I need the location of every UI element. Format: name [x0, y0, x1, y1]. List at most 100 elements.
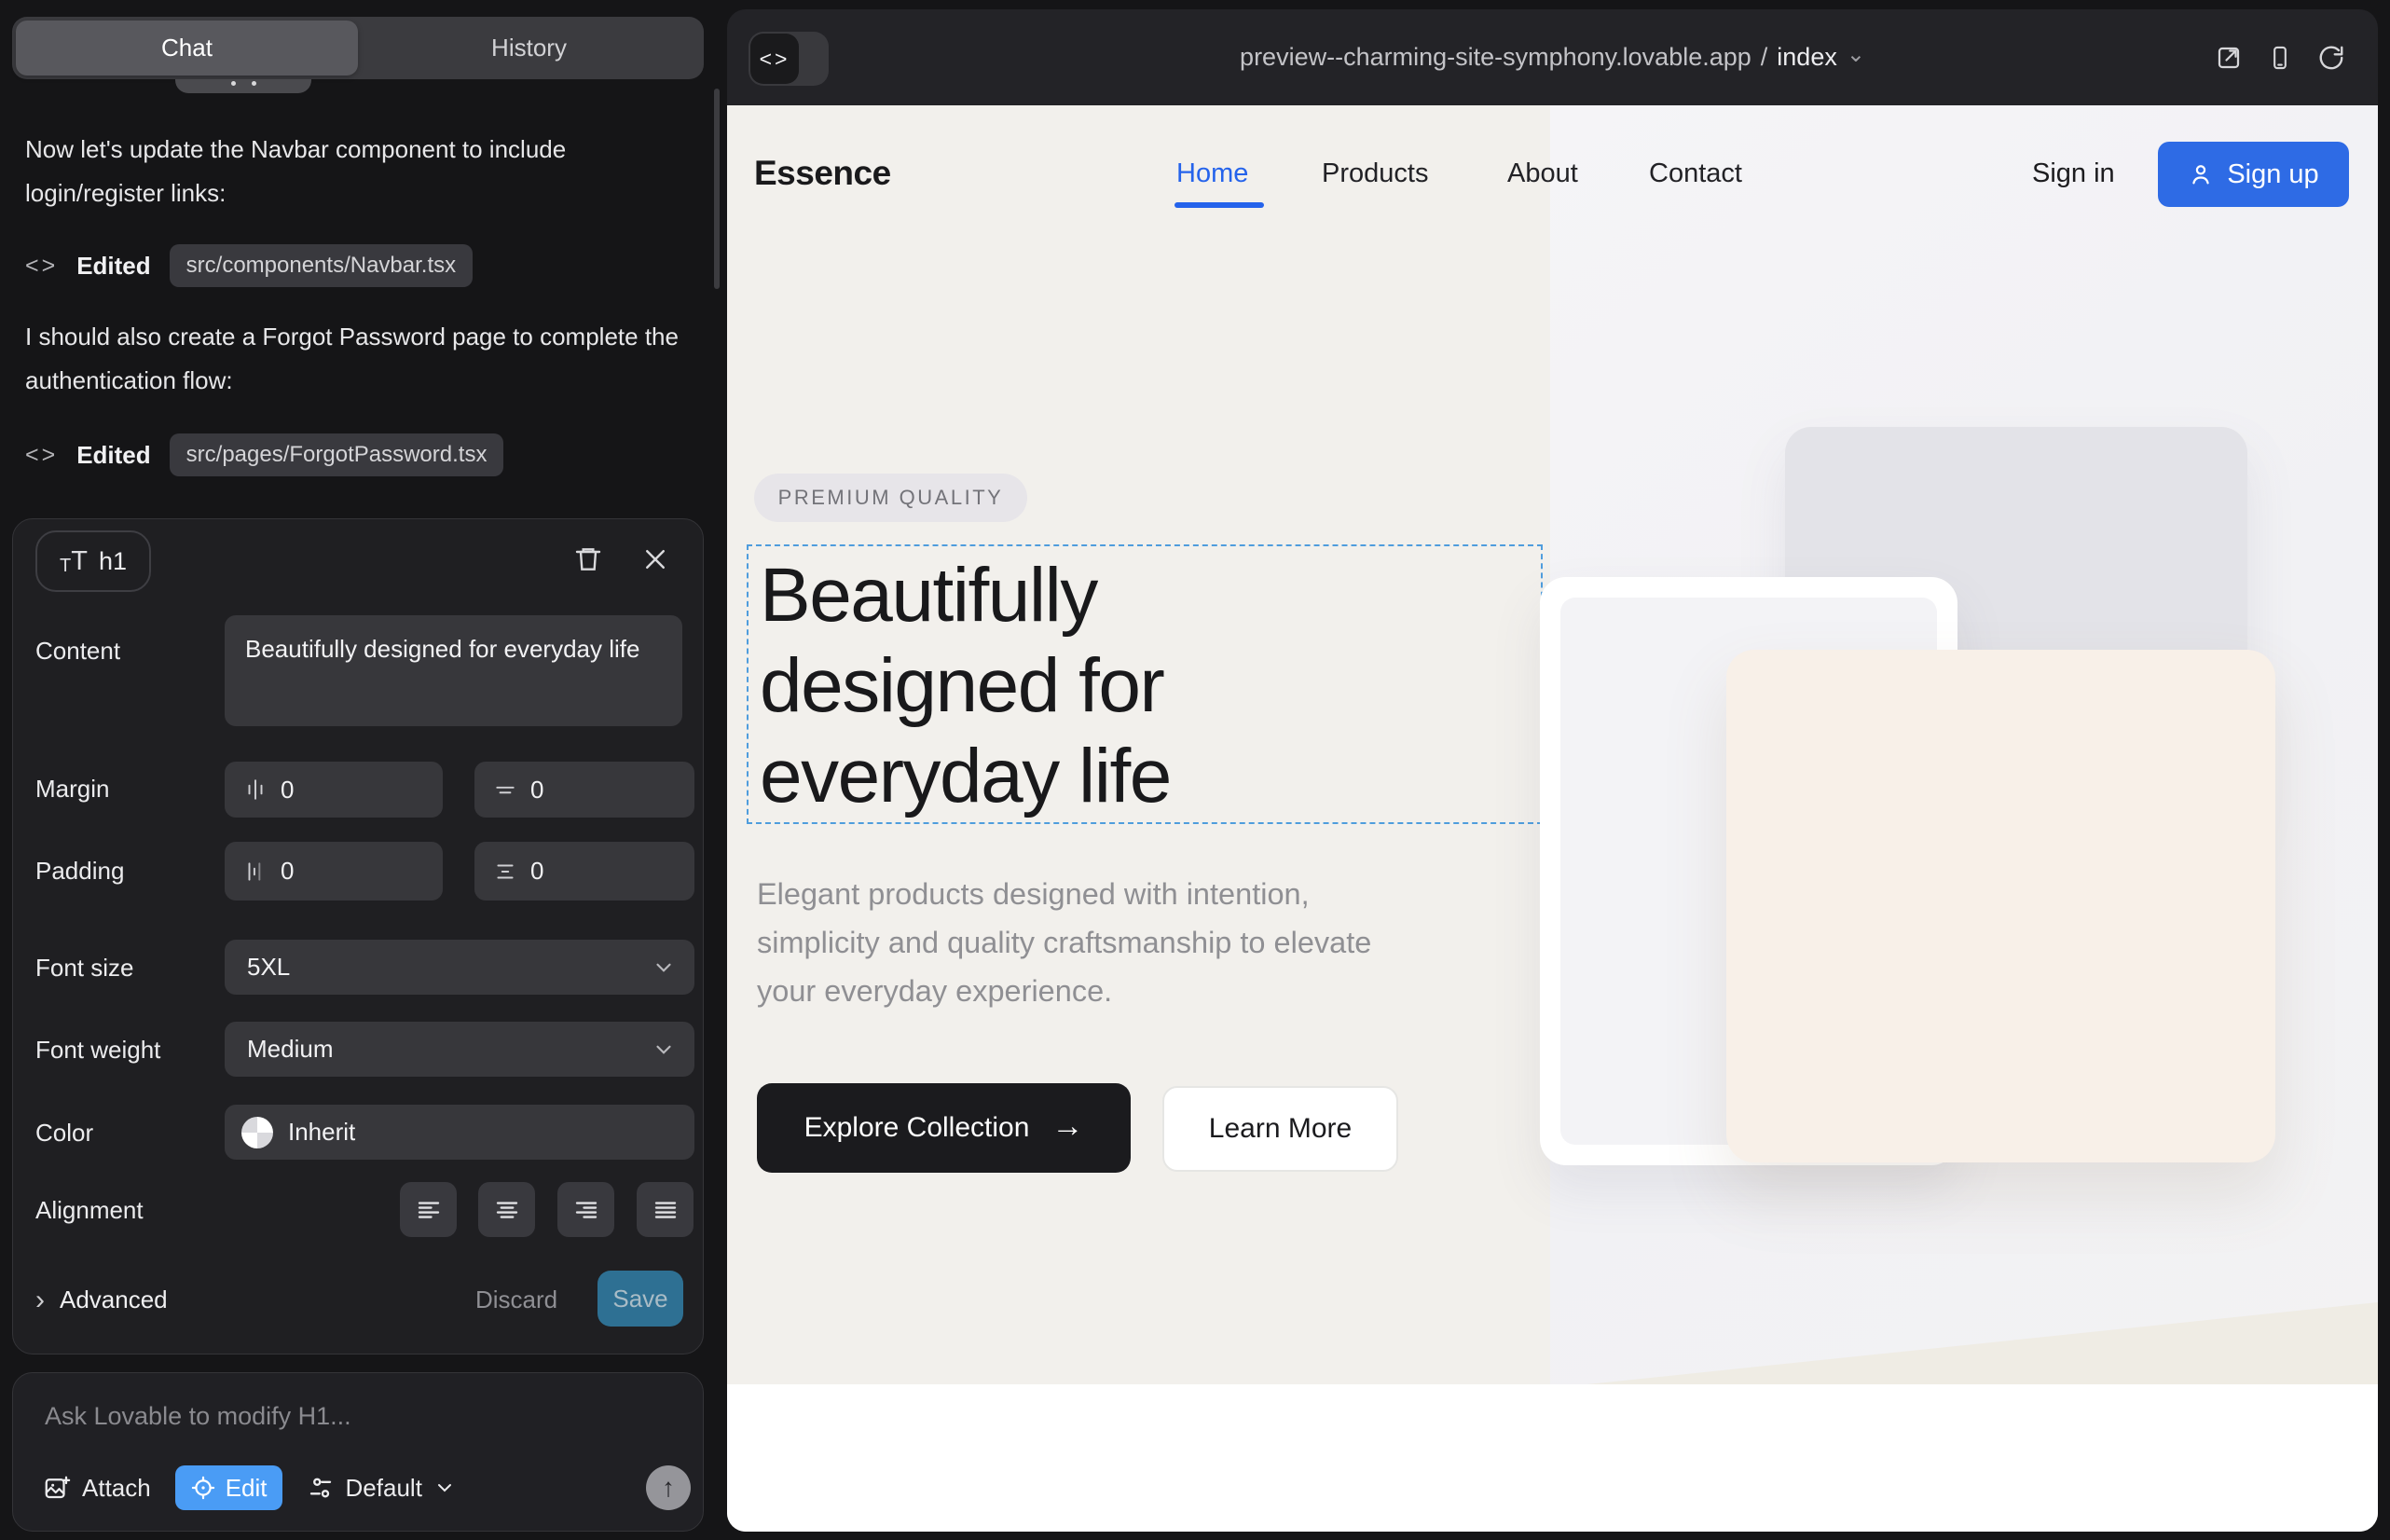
align-center-icon [493, 1196, 521, 1224]
tab-history[interactable]: History [358, 21, 700, 76]
image-plus-icon [43, 1474, 71, 1502]
arrow-right-icon: → [1051, 1108, 1083, 1145]
color-value: Inherit [288, 1118, 355, 1147]
type-icon: TT [60, 548, 88, 575]
chevron-down-icon: ⌄ [1847, 41, 1865, 68]
align-left-button[interactable] [400, 1182, 457, 1237]
margin-label: Margin [35, 775, 109, 804]
nav-link-contact[interactable]: Contact [1649, 158, 1742, 189]
edit-label: Edit [226, 1474, 268, 1503]
align-justify-icon [652, 1196, 680, 1224]
color-select[interactable]: Inherit [225, 1105, 694, 1160]
sign-up-label: Sign up [2227, 159, 2318, 190]
content-label: Content [35, 637, 120, 666]
margin-x-input[interactable]: 0 [225, 762, 443, 818]
align-left-icon [415, 1196, 443, 1224]
open-external-button[interactable] [2215, 44, 2243, 72]
cta-primary-label: Explore Collection [804, 1112, 1030, 1144]
address-bar[interactable]: preview--charming-site-symphony.lovable.… [1240, 43, 1865, 72]
send-button[interactable]: ↑ [646, 1465, 691, 1510]
chevron-down-icon [433, 1477, 456, 1499]
padding-x-value: 0 [281, 857, 294, 886]
font-size-label: Font size [35, 954, 134, 983]
preview-path: index [1777, 43, 1837, 72]
preview-actions [2215, 9, 2345, 105]
sidebar-tabs: Chat History [12, 17, 704, 79]
selected-element-chip[interactable]: TT h1 [35, 530, 151, 592]
selected-h1-outline[interactable]: Beautifully designed for everyday life [747, 544, 1543, 824]
nav-link-about[interactable]: About [1507, 158, 1578, 189]
arrow-up-icon: ↑ [662, 1473, 675, 1503]
learn-more-button[interactable]: Learn More [1162, 1086, 1398, 1172]
chat-composer: Attach Edit Default [12, 1372, 704, 1532]
padding-y-input[interactable]: 0 [474, 842, 694, 901]
explore-collection-button[interactable]: Explore Collection → [757, 1083, 1131, 1173]
font-weight-label: Font weight [35, 1036, 160, 1065]
padding-y-value: 0 [530, 857, 543, 886]
chevron-right-icon: › [35, 1286, 45, 1314]
tab-chat[interactable]: Chat [16, 21, 358, 76]
assistant-message: I should also create a Forgot Password p… [25, 315, 692, 403]
target-icon [190, 1475, 216, 1501]
next-section-background [727, 1384, 2378, 1532]
padding-horizontal-icon [243, 859, 268, 884]
font-size-select[interactable]: 5XL [225, 940, 694, 995]
align-justify-button[interactable] [637, 1182, 694, 1237]
edit-mode-button[interactable]: Edit [175, 1465, 282, 1510]
nav-link-home[interactable]: Home [1176, 158, 1248, 189]
content-input[interactable]: Beautifully designed for everyday life [225, 615, 682, 726]
sign-in-link[interactable]: Sign in [2032, 158, 2115, 189]
advanced-expander[interactable]: › Advanced [35, 1286, 168, 1314]
element-tag-label: h1 [99, 547, 127, 576]
path-separator: / [1761, 43, 1768, 72]
edited-label: Edited [76, 441, 150, 470]
element-inspector-panel: TT h1 Content Beautifully designed for e… [12, 518, 704, 1354]
margin-horizontal-icon [243, 777, 268, 802]
color-label: Color [35, 1119, 93, 1148]
advanced-label: Advanced [60, 1286, 168, 1314]
edited-label: Edited [76, 252, 150, 281]
mobile-view-button[interactable] [2267, 45, 2293, 71]
close-panel-button[interactable] [636, 540, 675, 579]
user-icon [2188, 161, 2214, 187]
font-weight-select[interactable]: Medium [225, 1022, 694, 1077]
chat-sidebar: Chat History Now let's update the Navbar… [0, 0, 727, 1540]
active-nav-underline [1174, 202, 1264, 208]
trash-icon [573, 544, 603, 574]
chevron-down-icon [652, 956, 676, 980]
attach-label: Attach [82, 1474, 151, 1503]
delete-element-button[interactable] [569, 540, 608, 579]
margin-y-input[interactable]: 0 [474, 762, 694, 818]
sign-up-button[interactable]: Sign up [2158, 142, 2349, 207]
nav-link-products[interactable]: Products [1322, 158, 1428, 189]
hero-paragraph: Elegant products designed with intention… [757, 870, 1409, 1015]
margin-x-value: 0 [281, 776, 294, 804]
refresh-button[interactable] [2317, 44, 2345, 72]
assistant-message: Now let's update the Navbar component to… [25, 128, 692, 215]
edited-file-pill[interactable]: src/pages/ForgotPassword.tsx [170, 433, 504, 476]
site-logo[interactable]: Essence [754, 154, 891, 193]
mode-select[interactable]: Default [307, 1474, 456, 1503]
align-right-button[interactable] [557, 1182, 614, 1237]
code-preview-toggle[interactable]: <> [749, 32, 829, 86]
chat-scrollbar[interactable] [714, 89, 720, 289]
hero-heading: Beautifully designed for everyday life [760, 550, 1171, 821]
sliders-icon [307, 1474, 335, 1502]
code-icon: <> [25, 253, 58, 280]
align-center-button[interactable] [478, 1182, 535, 1237]
code-icon: <> [25, 442, 58, 469]
code-icon: <> [750, 34, 799, 84]
padding-x-input[interactable]: 0 [225, 842, 443, 901]
hero-badge: PREMIUM QUALITY [754, 474, 1027, 522]
chat-input[interactable] [43, 1401, 643, 1432]
padding-vertical-icon [493, 859, 517, 884]
attach-button[interactable]: Attach [43, 1474, 151, 1503]
margin-vertical-icon [493, 777, 517, 802]
edited-file-pill[interactable]: src/components/Navbar.tsx [170, 244, 473, 287]
padding-label: Padding [35, 857, 124, 886]
discard-button[interactable]: Discard [475, 1286, 557, 1314]
composer-toolbar: Attach Edit Default [43, 1463, 456, 1513]
hero-card-beige [1726, 650, 2275, 1162]
save-button[interactable]: Save [598, 1271, 683, 1327]
mode-label: Default [346, 1474, 422, 1503]
